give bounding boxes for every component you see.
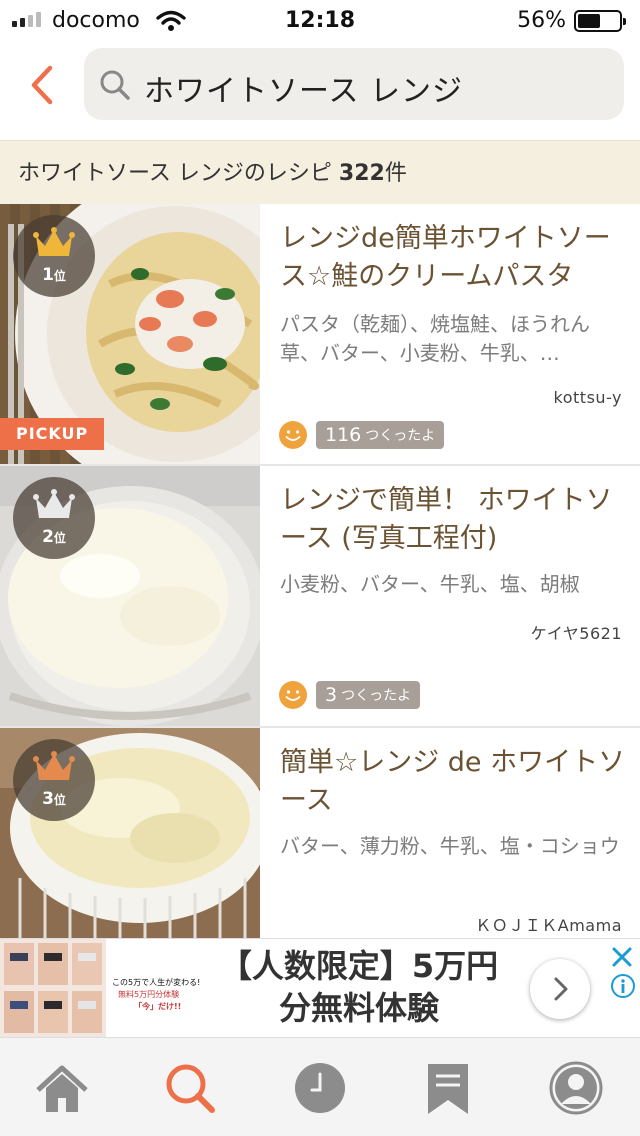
rank-number: 1 — [42, 265, 54, 285]
tsukurepo-label: つくったよ — [365, 428, 436, 444]
recipe-author[interactable]: ＫＯＪＩＫAmama — [475, 912, 622, 936]
tab-bookmark[interactable] — [420, 1060, 476, 1116]
smiley-icon — [279, 421, 307, 449]
search-input[interactable]: ホワイトソース レンジ — [84, 48, 624, 120]
recipe-title[interactable]: レンジで簡単！ ホワイトソース (写真工程付) — [280, 482, 628, 558]
tsukurepo-number: 116 — [325, 424, 362, 446]
results-count-label: ホワイトソース レンジのレシピ 322件 — [18, 155, 407, 187]
results-count-bar: ホワイトソース レンジのレシピ 322件 — [0, 140, 640, 204]
results-count-prefix: ホワイトソース レンジのレシピ — [18, 161, 339, 186]
results-count-suffix: 件 — [384, 161, 407, 186]
ad-banner[interactable]: この5万で人生が変わる! 無料5万円分体験 「今」だけ!! 【人数限定】5万円分… — [0, 938, 640, 1038]
tab-home[interactable] — [34, 1060, 90, 1116]
search-icon — [100, 70, 130, 100]
tsukurepo-badge: 116 つくったよ — [316, 421, 445, 449]
ad-headline[interactable]: 【人数限定】5万円分無料体験 — [214, 945, 504, 1029]
recipe-card[interactable]: 2位 レンジで簡単！ ホワイトソース (写真工程付) 小麦粉、バター、牛乳、塩、… — [0, 466, 640, 728]
battery-icon — [574, 10, 626, 32]
battery-level-fill — [578, 14, 600, 28]
rank-number: 2 — [42, 527, 54, 547]
rank-badge: 3位 — [13, 739, 95, 821]
rank-badge: 1位 — [13, 215, 95, 297]
search-header: ホワイトソース レンジ — [0, 40, 640, 140]
rank-label: 2位 — [13, 527, 95, 547]
ad-promo-text: この5万で人生が変わる! 無料5万円分体験 「今」だけ!! — [108, 939, 202, 1037]
tsukurepo-count[interactable]: 3 つくったよ — [278, 680, 421, 710]
rank-suffix: 位 — [53, 269, 66, 283]
tab-history[interactable] — [292, 1060, 348, 1116]
ad-promo-line: 「今」だけ!! — [134, 1002, 182, 1011]
rank-label: 1位 — [13, 265, 95, 285]
search-query: ホワイトソース レンジ — [144, 74, 464, 109]
recipe-title[interactable]: 簡単☆レンジ de ホワイトソース — [280, 744, 628, 820]
recipe-author[interactable]: kottsu-y — [554, 388, 622, 407]
tsukurepo-badge: 3 つくったよ — [316, 681, 421, 709]
status-bar: docomo 12:18 56% — [0, 0, 640, 40]
rank-label: 3位 — [13, 789, 95, 809]
recipe-title[interactable]: レンジde簡単ホワイトソース☆鮭のクリームパスタ — [280, 220, 628, 296]
results-count-number: 322 — [338, 161, 385, 186]
smiley-icon — [279, 681, 307, 709]
crown-icon — [33, 227, 75, 256]
recipe-photo: 2位 — [0, 466, 260, 726]
rank-badge: 2位 — [13, 477, 95, 559]
tab-bar — [0, 1038, 640, 1136]
recipe-photo: 3位 — [0, 728, 260, 938]
recipe-card[interactable]: 1位 PICKUP レンジde簡単ホワイトソース☆鮭のクリームパスタ パスタ（乾… — [0, 204, 640, 466]
close-icon[interactable] — [610, 945, 634, 969]
recipe-photo: 1位 PICKUP — [0, 204, 260, 464]
battery-percent: 56% — [517, 8, 566, 33]
recipe-ingredients: パスタ（乾麺）、焼塩鮭、ほうれん草、バター、小麦粉、牛乳、… — [280, 312, 590, 365]
rank-suffix: 位 — [53, 793, 66, 807]
tsukurepo-count[interactable]: 116 つくったよ — [278, 420, 445, 450]
recipe-author[interactable]: ケイヤ5621 — [531, 620, 622, 644]
tsukurepo-label: つくったよ — [341, 688, 412, 704]
tsukurepo-number: 3 — [325, 684, 338, 706]
back-button[interactable] — [22, 60, 62, 110]
rank-number: 3 — [42, 789, 54, 809]
recipe-ingredients: バター、薄力粉、牛乳、塩・コショウ — [280, 834, 620, 858]
ad-promo-line: この5万で人生が変わる! — [112, 978, 201, 987]
pickup-badge: PICKUP — [0, 418, 105, 450]
recipe-card[interactable]: 3位 簡単☆レンジ de ホワイトソース バター、薄力粉、牛乳、塩・コショウ Ｋ… — [0, 728, 640, 938]
tab-account[interactable] — [548, 1060, 604, 1116]
ad-promo-line: 無料5万円分体験 — [118, 990, 180, 999]
ad-image — [0, 939, 106, 1037]
ad-open-button[interactable] — [530, 959, 590, 1019]
info-icon[interactable] — [610, 973, 636, 999]
crown-icon — [33, 751, 75, 780]
crown-icon — [33, 489, 75, 518]
rank-suffix: 位 — [53, 531, 66, 545]
tab-search[interactable] — [162, 1060, 218, 1116]
chevron-right-icon — [554, 977, 568, 1001]
